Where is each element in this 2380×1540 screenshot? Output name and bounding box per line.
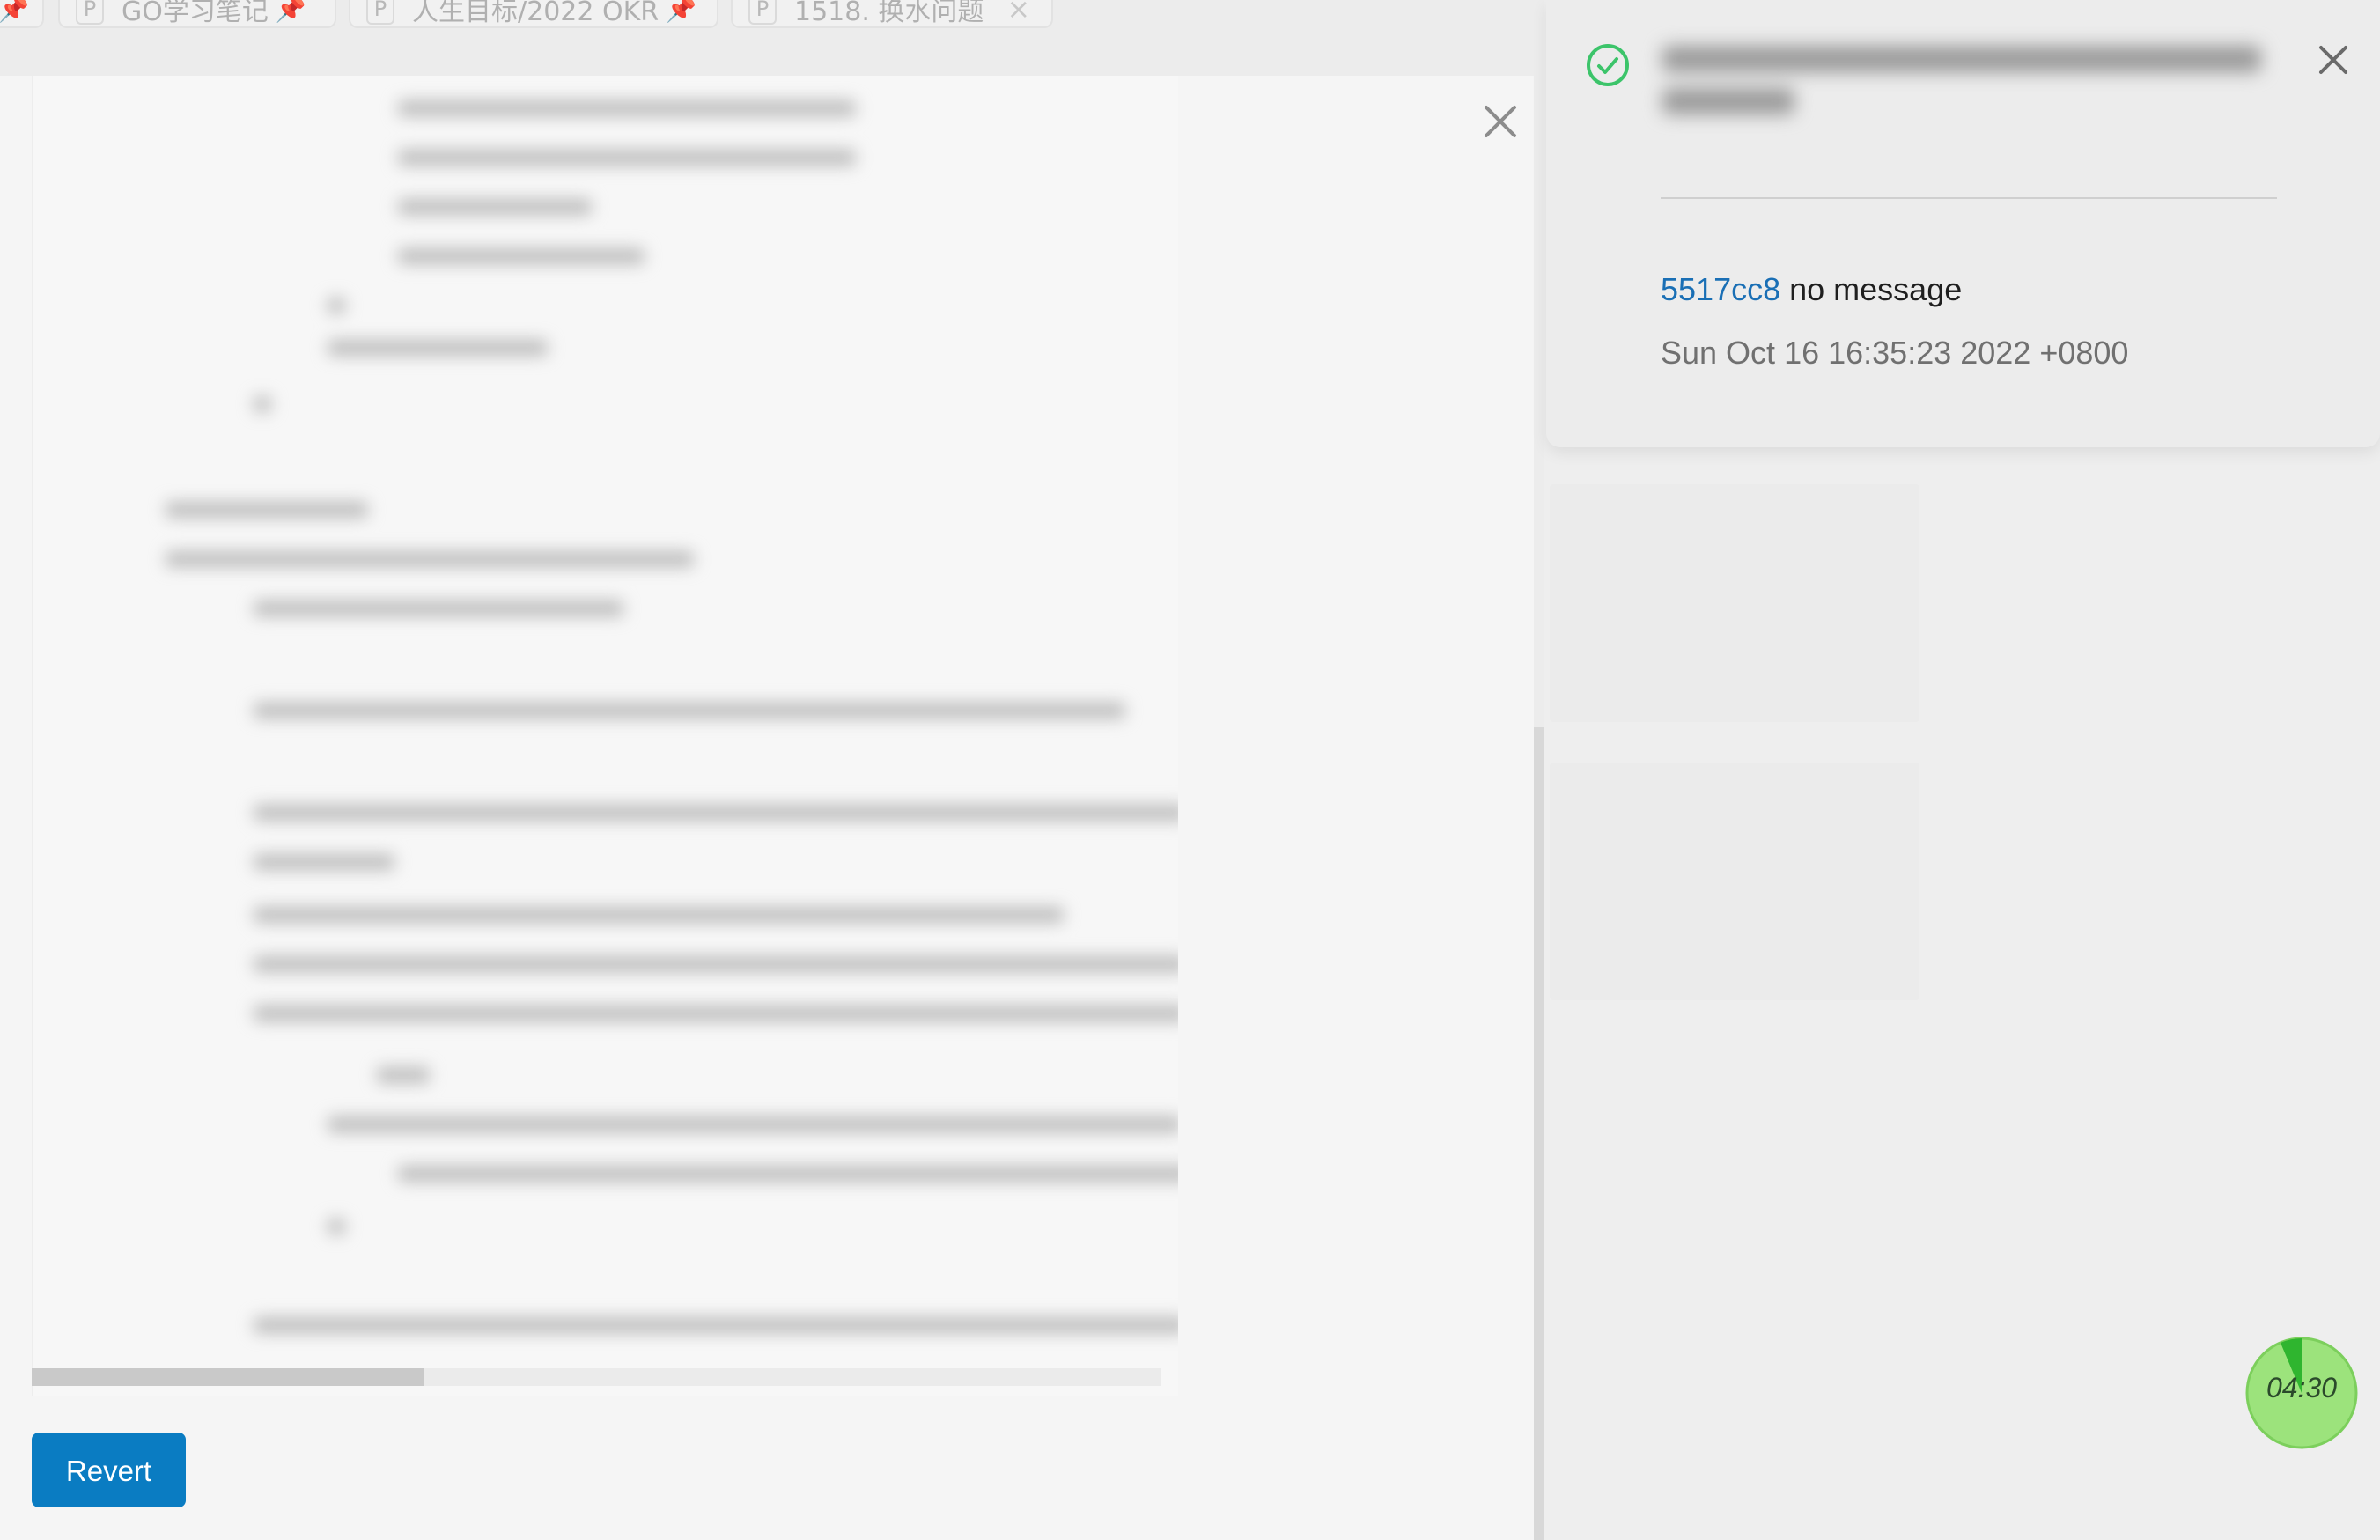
close-icon[interactable] xyxy=(2316,42,2351,77)
commit-date: Sun Oct 16 16:35:23 2022 +0800 xyxy=(1661,335,2129,371)
close-icon[interactable] xyxy=(1477,99,1523,144)
tab-water-bottles[interactable]: P 1518. 换水问题 × xyxy=(731,0,1053,28)
placeholder-block xyxy=(1550,484,1919,722)
placeholder-block xyxy=(1550,763,1919,1000)
success-check-icon xyxy=(1587,44,1629,86)
pin-icon: 📌 xyxy=(0,0,29,24)
close-tab-icon[interactable]: × xyxy=(1006,0,1030,26)
blurred-content xyxy=(33,76,1178,1396)
tab-go-notes[interactable]: P GO学习笔记 📌 xyxy=(58,0,336,28)
commit-hash-link[interactable]: 5517cc8 xyxy=(1661,271,1780,307)
page-badge: P xyxy=(366,0,394,25)
tab-label: GO学习笔记 xyxy=(122,0,269,27)
divider xyxy=(1661,197,2277,199)
commit-summary: 5517cc8 no message xyxy=(1661,271,1962,308)
tab-partial[interactable]: 📌 xyxy=(0,0,44,28)
tab-strip: 📌 P GO学习笔记 📌 P 人生目标/2022 OKR 📌 P 1518. 换… xyxy=(0,0,1550,76)
tab-label: 1518. 换水问题 xyxy=(794,0,984,27)
vertical-scrollbar[interactable] xyxy=(1534,727,1544,1540)
document-preview xyxy=(32,76,1178,1396)
pin-icon: 📌 xyxy=(666,0,696,24)
page-badge: P xyxy=(748,0,777,25)
pin-icon: 📌 xyxy=(275,0,306,24)
tab-life-goals[interactable]: P 人生目标/2022 OKR 📌 xyxy=(349,0,718,28)
revert-button[interactable]: Revert xyxy=(32,1433,186,1507)
page-badge: P xyxy=(76,0,104,25)
tab-label: 人生目标/2022 OKR xyxy=(412,0,659,27)
timer-value: 04:30 xyxy=(2266,1372,2338,1404)
horizontal-scrollbar-thumb[interactable] xyxy=(32,1368,424,1386)
blurred-notification-title xyxy=(1662,46,2261,114)
commit-message: no message xyxy=(1789,271,1963,307)
